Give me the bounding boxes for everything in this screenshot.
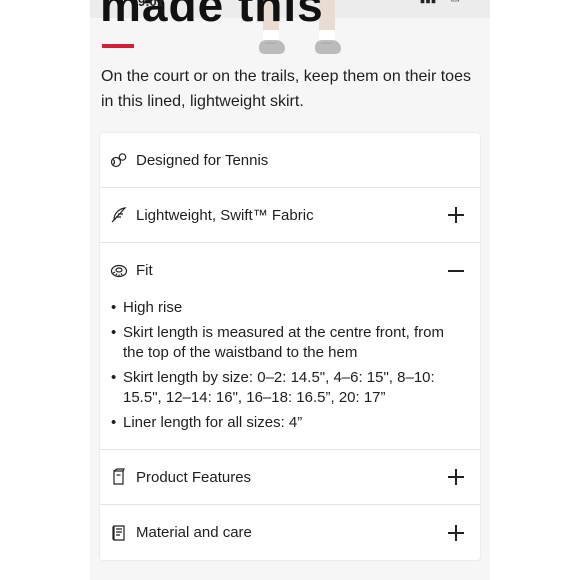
- expand-plus-icon[interactable]: [448, 207, 464, 223]
- accent-divider: [102, 44, 134, 48]
- product-page: made this 9:01 ▮▮▮ ◠ ▭ On the court or o…: [90, 0, 490, 580]
- accordion-title: Lightweight, Swift™ Fabric: [136, 206, 314, 224]
- expand-plus-icon[interactable]: [448, 524, 464, 541]
- list-item: Skirt length by size: 0–2: 14.5", 4–6: 1…: [110, 368, 464, 409]
- accordion-item-lightweight-fabric[interactable]: Lightweight, Swift™ Fabric: [100, 188, 480, 243]
- accordion-panel-fit: High rise Skirt length is measured at th…: [100, 298, 480, 450]
- accordion-item-material-and-care[interactable]: Material and care: [100, 505, 480, 560]
- tape-measure-icon: [110, 262, 128, 280]
- expand-plus-icon[interactable]: [448, 469, 464, 485]
- tag-icon: [110, 468, 128, 486]
- product-details-accordion: Designed for Tennis Lightweight, Swift™ …: [100, 133, 480, 560]
- accordion-item-fit[interactable]: Fit: [100, 243, 480, 298]
- accordion-title: Material and care: [136, 524, 252, 541]
- accordion-title: Product Features: [136, 468, 252, 486]
- accordion-title: Designed for Tennis: [136, 151, 269, 169]
- care-label-icon: [110, 524, 128, 542]
- status-time: 9:01: [138, 0, 165, 9]
- accordion-item-product-features[interactable]: Product Features: [100, 450, 480, 505]
- accordion-item-designed-for-tennis[interactable]: Designed for Tennis: [100, 133, 480, 188]
- product-description: On the court or on the trails, keep them…: [101, 68, 471, 110]
- fit-bullet-list: High rise Skirt length is measured at th…: [110, 298, 464, 433]
- tennis-balls-icon: [110, 151, 128, 169]
- status-bar: 9:01 ▮▮▮ ◠ ▭: [90, 0, 490, 9]
- list-item: High rise: [110, 298, 464, 319]
- status-icons: ▮▮▮ ◠ ▭: [420, 0, 460, 5]
- accordion-title: Fit: [136, 262, 153, 279]
- list-item: Liner length for all sizes: 4”: [110, 413, 464, 434]
- list-item: Skirt length is measured at the centre f…: [110, 323, 464, 364]
- collapse-minus-icon[interactable]: [448, 263, 464, 279]
- feather-icon: [110, 206, 128, 224]
